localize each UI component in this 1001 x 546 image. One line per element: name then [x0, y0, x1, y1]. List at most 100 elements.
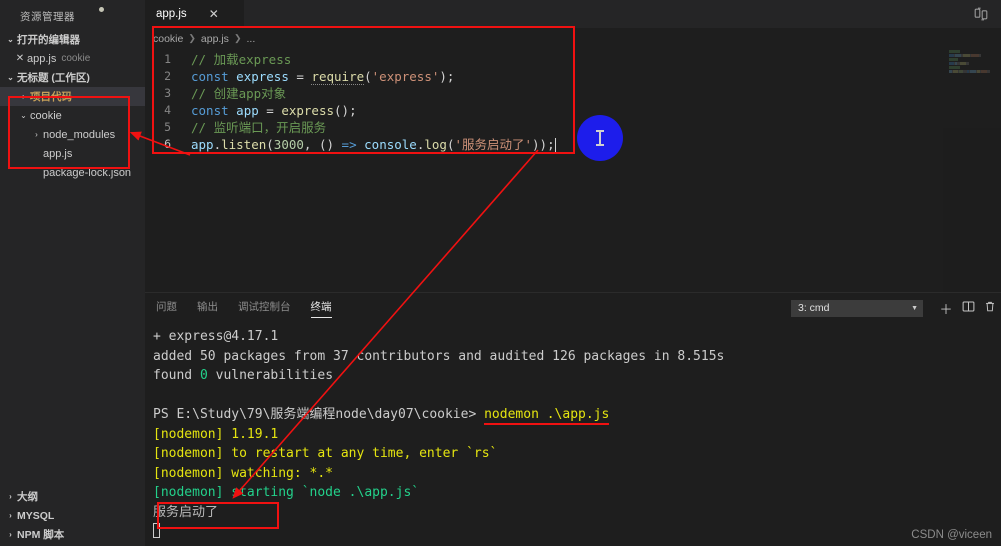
breadcrumb-item-0[interactable]: cookie — [153, 33, 183, 45]
chevron-right-icon: › — [9, 529, 12, 539]
tab-appjs[interactable]: app.js ✕ — [145, 0, 245, 28]
sidebar-title: 资源管理器 — [20, 11, 75, 23]
split-terminal-icon[interactable] — [957, 300, 979, 316]
code-line[interactable]: 1 // 加载express — [145, 51, 1001, 68]
code-lines[interactable]: 1 // 加载express 2 const express = require('e… — [145, 49, 1001, 153]
terminal-text: PS E:\Study\79\服务端编程node\day07\cookie> — [153, 407, 485, 422]
code-token: listen — [221, 137, 267, 152]
code-token: // 监听端口，开启服务 — [191, 120, 327, 135]
code-token: 'express' — [371, 69, 440, 84]
tabbar-spacer — [245, 0, 973, 28]
open-editor-item-appjs[interactable]: ✕ app.js cookie — [0, 49, 145, 68]
panel-tab-debug-console[interactable]: 调试控制台 — [238, 299, 291, 318]
code-token: console — [364, 137, 417, 152]
code-token: 加载express — [213, 52, 292, 67]
code-token: express — [281, 103, 335, 118]
section-outline[interactable]: › 大纲 — [0, 487, 145, 506]
terminal-text: found — [153, 368, 200, 383]
tree-item-label: node_modules — [43, 128, 116, 141]
code-line[interactable]: 2 const express = require('express'); — [145, 68, 1001, 85]
breadcrumb-item-1[interactable]: app.js — [201, 33, 229, 45]
chevron-right-icon: › — [35, 129, 38, 139]
section-open-editors[interactable]: ⌄ 打开的编辑器 — [0, 30, 145, 49]
tree-item-node-modules[interactable]: › node_modules — [0, 125, 145, 144]
chevron-down-icon: ⌄ — [20, 110, 27, 120]
minimap-segment — [949, 66, 960, 69]
minimap-line — [949, 66, 1001, 69]
add-terminal-icon[interactable]: ＋ — [935, 299, 957, 318]
line-content[interactable]: const express = require('express'); — [183, 68, 454, 85]
terminal-line — [153, 522, 1001, 542]
editor-area: app.js ✕ cookie ❯ app.js ❯ ... 1 // 加载ex… — [145, 0, 1001, 546]
sidebar-bottom-sections: › 大纲 › MYSQL › NPM 脚本 — [0, 487, 145, 546]
explorer-sidebar: 资源管理器 ⌄ 打开的编辑器 ✕ app.js cookie ⌄ 无标题 (工作… — [0, 0, 145, 546]
kill-terminal-icon[interactable] — [979, 300, 1001, 316]
minimap-segment — [978, 54, 981, 57]
minimap[interactable] — [943, 49, 1001, 292]
terminal-text: [nodemon] watching: *.* — [153, 465, 334, 481]
terminal-text: 服务启动了 — [153, 504, 219, 520]
terminal-line: added 50 packages from 37 contributors a… — [153, 347, 1001, 367]
line-content[interactable]: // 监听端口，开启服务 — [183, 119, 326, 136]
terminal-line: [nodemon] starting `node .\app.js` — [153, 483, 1001, 503]
panel-tab-terminal[interactable]: 终端 — [310, 299, 332, 318]
split-editor-icon[interactable] — [973, 6, 989, 22]
code-token: , () — [303, 137, 342, 152]
panel-tab-output[interactable]: 输出 — [197, 299, 218, 318]
text-caret — [554, 138, 556, 152]
minimap-segment — [949, 58, 958, 61]
code-line[interactable]: 5 // 监听端口，开启服务 — [145, 119, 1001, 136]
section-mysql[interactable]: › MYSQL — [0, 506, 145, 525]
workspace-folder-project[interactable]: › 项目代码 — [0, 7, 145, 106]
code-line[interactable]: 4 const app = express(); — [145, 102, 1001, 119]
code-line[interactable]: 3 // 创建app对象 — [145, 85, 1001, 102]
workspace-folder-project-label: 项目代码 — [30, 91, 72, 103]
open-editor-folder: cookie — [61, 53, 91, 64]
panel-tab-problems[interactable]: 问题 — [156, 299, 177, 318]
terminal-output[interactable]: + express@4.17.1 added 50 packages from 3… — [145, 323, 1001, 546]
minimap-line — [949, 50, 1001, 53]
code-token: = — [258, 103, 282, 118]
tree-item-cookie[interactable]: ⌄ cookie — [0, 106, 145, 125]
close-icon[interactable]: ✕ — [13, 53, 27, 64]
minimap-line — [949, 54, 1001, 57]
line-number: 6 — [164, 137, 171, 151]
code-token: . — [213, 137, 222, 152]
code-token: ( — [266, 137, 274, 152]
section-mysql-label: MYSQL — [17, 509, 55, 522]
code-line[interactable]: 6 app.listen(3000, () => console.log('服务启… — [145, 136, 1001, 153]
minimap-segment — [987, 70, 990, 73]
section-npm-scripts-label: NPM 脚本 — [17, 529, 65, 541]
terminal-text: 0 — [199, 368, 208, 383]
line-content[interactable]: // 创建app对象 — [183, 85, 286, 102]
code-token: ( — [364, 69, 372, 84]
terminal-text: added 50 packages from 37 contributors a… — [153, 348, 725, 364]
minimap-segment — [966, 62, 969, 65]
code-token: )); — [532, 137, 555, 152]
terminal-line: [nodemon] watching: *.* — [153, 464, 1001, 484]
section-workspace[interactable]: ⌄ 无标题 (工作区) — [0, 68, 145, 87]
line-content[interactable]: app.listen(3000, () => console.log('服务启动… — [183, 136, 556, 153]
bottom-panel: 问题 输出 调试控制台 终端 3: cmd ▼ ＋ + express@4.17… — [145, 292, 1001, 546]
minimap-line — [949, 58, 1001, 61]
terminal-selector-dropdown[interactable]: 3: cmd ▼ — [791, 299, 923, 317]
chevron-right-icon: ❯ — [188, 33, 196, 43]
code-editor[interactable]: 1 // 加载express 2 const express = require('e… — [145, 49, 1001, 292]
code-token: ); — [439, 69, 455, 84]
line-content[interactable]: const app = express(); — [183, 102, 357, 119]
breadcrumb-item-2[interactable]: ... — [246, 33, 255, 45]
terminal-text: + express@4.17.1 — [153, 329, 279, 344]
tree-item-appjs[interactable]: app.js — [0, 144, 145, 163]
chevron-right-icon: › — [9, 510, 12, 520]
line-number: 1 — [164, 52, 171, 66]
section-npm-scripts[interactable]: › NPM 脚本 — [0, 525, 145, 544]
line-content[interactable]: // 加载express — [183, 51, 291, 68]
breadcrumb[interactable]: cookie ❯ app.js ❯ ... — [145, 28, 1001, 49]
terminal-text: [nodemon] starting `node .\app.js` — [153, 485, 420, 500]
code-token: require — [311, 69, 365, 85]
close-icon[interactable]: ✕ — [209, 8, 219, 20]
text-cursor-icon — [596, 130, 604, 146]
tree-item-package-lock[interactable]: package-lock.json — [0, 163, 145, 182]
tree-item-label: cookie — [30, 109, 62, 122]
section-open-editors-label: 打开的编辑器 — [17, 34, 80, 46]
